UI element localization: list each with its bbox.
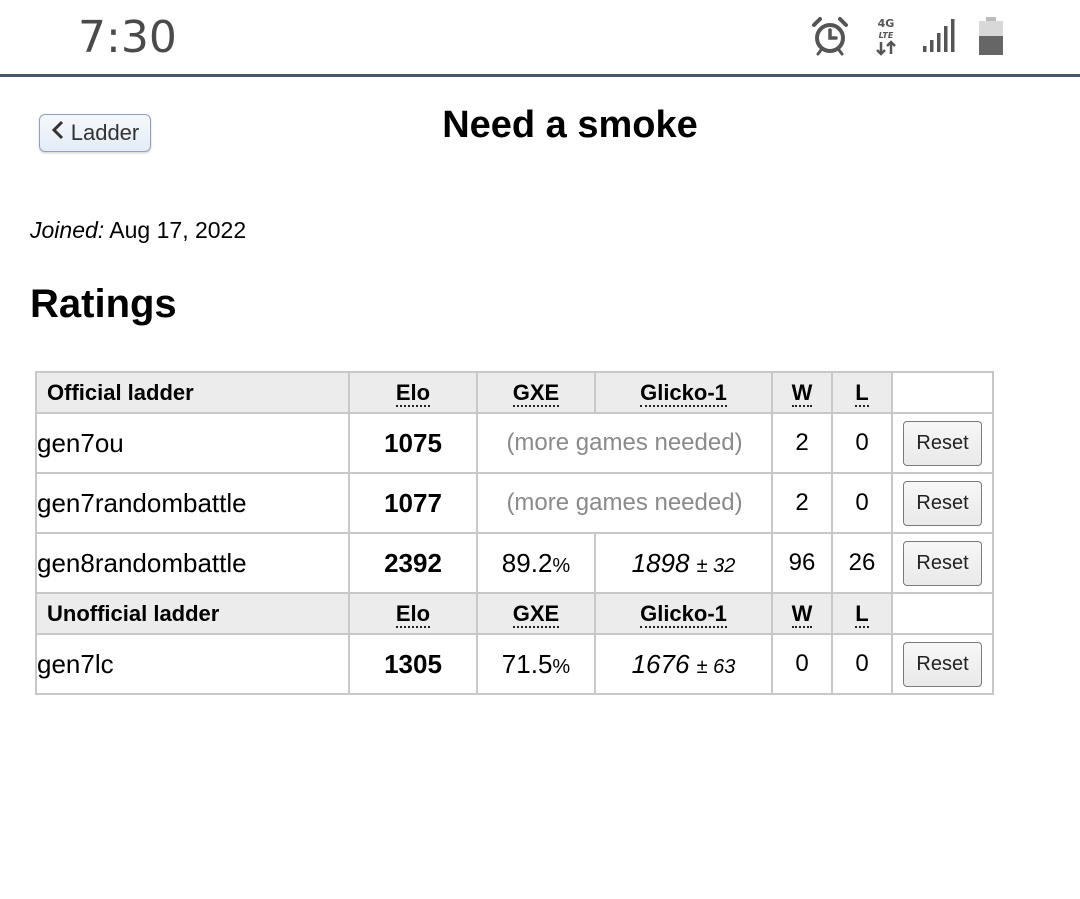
more-games-needed: (more games needed) (476, 412, 773, 474)
losses-value: 0 (831, 472, 893, 534)
wins-header[interactable]: W (771, 371, 833, 414)
action-cell: Reset (891, 472, 994, 534)
losses-value: 26 (831, 532, 893, 594)
wins-header[interactable]: W (771, 592, 833, 635)
elo-header[interactable]: Elo (348, 371, 478, 414)
gxe-header[interactable]: GXE (476, 592, 596, 635)
gxe-value: 89.2% (476, 532, 596, 594)
table-row: gen7randombattle 1077 (more games needed… (35, 472, 994, 534)
format-name: gen8randombattle (35, 532, 350, 594)
elo-value: 2392 (348, 532, 478, 594)
table-row: gen8randombattle 2392 89.2% 1898 ± 32 96… (35, 532, 994, 594)
reset-button[interactable]: Reset (903, 540, 982, 586)
joined-date: Aug 17, 2022 (109, 217, 247, 243)
battery-icon (978, 16, 1004, 56)
action-header (891, 592, 994, 635)
format-name: gen7lc (35, 633, 350, 695)
status-bar: 7:30 4G LTE (0, 0, 1080, 77)
reset-button[interactable]: Reset (903, 480, 982, 526)
losses-value: 0 (831, 412, 893, 474)
joined-label: Joined: (30, 217, 105, 243)
reset-button[interactable]: Reset (903, 641, 982, 687)
action-cell: Reset (891, 412, 994, 474)
network-label-top: 4G (878, 17, 895, 30)
table-row: gen7lc 1305 71.5% 1676 ± 63 0 0 Reset (35, 633, 994, 695)
ratings-table: Official ladder Elo GXE Glicko-1 W L gen… (35, 371, 994, 695)
glicko-value: 1898 ± 32 (594, 532, 773, 594)
official-header-row: Official ladder Elo GXE Glicko-1 W L (35, 371, 994, 414)
joined-info: Joined: Aug 17, 2022 (30, 217, 246, 244)
losses-header[interactable]: L (831, 592, 893, 635)
more-games-needed: (more games needed) (476, 472, 773, 534)
gxe-header[interactable]: GXE (476, 371, 596, 414)
glicko-header[interactable]: Glicko-1 (594, 371, 773, 414)
elo-value: 1075 (348, 412, 478, 474)
elo-header[interactable]: Elo (348, 592, 478, 635)
format-name: gen7randombattle (35, 472, 350, 534)
status-time: 7:30 (78, 12, 177, 63)
network-label-bottom: LTE (879, 31, 894, 40)
reset-button[interactable]: Reset (903, 420, 982, 466)
alarm-icon (810, 16, 850, 56)
unofficial-header-row: Unofficial ladder Elo GXE Glicko-1 W L (35, 592, 994, 635)
wins-value: 2 (771, 472, 833, 534)
elo-value: 1305 (348, 633, 478, 695)
signal-icon (922, 18, 956, 54)
ratings-heading: Ratings (30, 282, 177, 326)
4g-lte-icon: 4G LTE (872, 16, 900, 56)
page-title: Need a smoke (442, 104, 698, 146)
glicko-header[interactable]: Glicko-1 (594, 592, 773, 635)
table-row: gen7ou 1075 (more games needed) 2 0 Rese… (35, 412, 994, 474)
wins-value: 96 (771, 532, 833, 594)
wins-value: 0 (771, 633, 833, 695)
glicko-value: 1676 ± 63 (594, 633, 773, 695)
gxe-value: 71.5% (476, 633, 596, 695)
format-name: gen7ou (35, 412, 350, 474)
action-cell: Reset (891, 633, 994, 695)
losses-header[interactable]: L (831, 371, 893, 414)
elo-value: 1077 (348, 472, 478, 534)
status-icons: 4G LTE (810, 14, 1004, 58)
action-header (891, 371, 994, 414)
wins-value: 2 (771, 412, 833, 474)
action-cell: Reset (891, 532, 994, 594)
official-ladder-header: Official ladder (35, 371, 350, 414)
losses-value: 0 (831, 633, 893, 695)
unofficial-ladder-header: Unofficial ladder (35, 592, 350, 635)
